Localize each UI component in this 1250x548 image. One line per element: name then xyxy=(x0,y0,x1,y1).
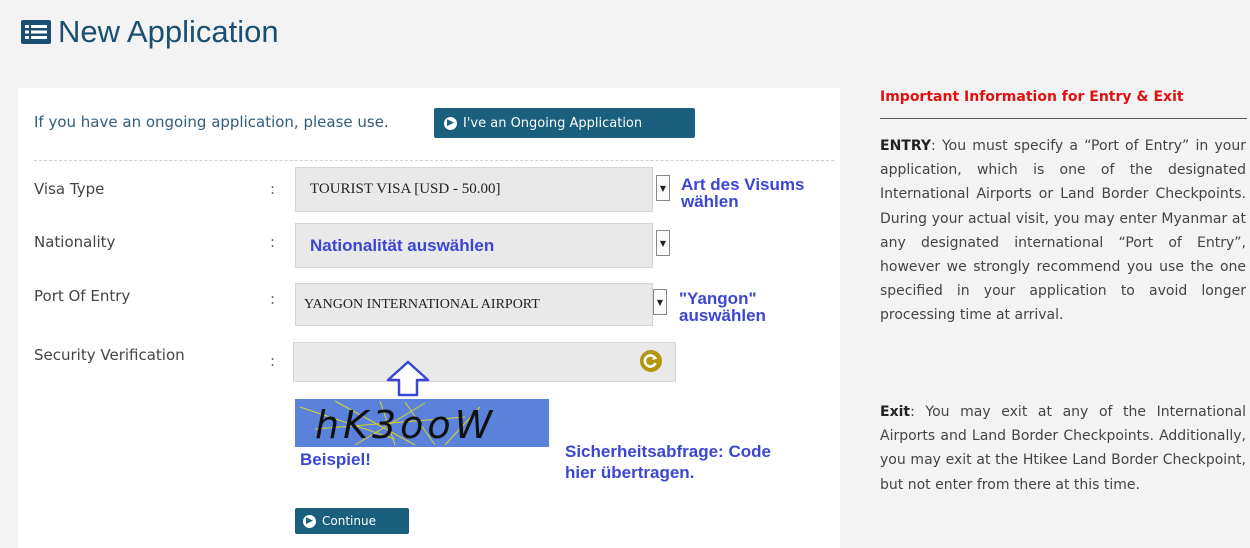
captcha-example-label: Beispiel! xyxy=(300,450,371,469)
captcha-image: hK3ooW xyxy=(295,399,549,447)
visa-type-value: TOURIST VISA [USD - 50.00] xyxy=(310,181,501,197)
ongoing-application-button[interactable]: ▶ I've an Ongoing Application xyxy=(434,108,695,138)
ongoing-application-button-label: I've an Ongoing Application xyxy=(463,115,643,131)
security-verification-label: Security Verification xyxy=(34,346,185,364)
visa-type-colon: : xyxy=(270,180,276,198)
exit-info-paragraph: Exit: You may exit at any of the Interna… xyxy=(880,400,1246,497)
page-title-text: New Application xyxy=(58,14,279,49)
circle-arrow-right-icon: ▶ xyxy=(303,514,316,528)
chevron-down-icon: ▼ xyxy=(659,238,667,248)
info-divider xyxy=(880,118,1247,119)
port-of-entry-label: Port Of Entry xyxy=(34,287,131,305)
divider xyxy=(34,160,834,161)
info-title: Important Information for Entry & Exit xyxy=(880,89,1184,105)
list-alt-icon xyxy=(21,20,51,44)
port-of-entry-annotation: "Yangon" auswählen xyxy=(679,289,766,325)
continue-button-label: Continue xyxy=(322,514,376,528)
exit-text: : You may exit at any of the Internation… xyxy=(880,404,1246,493)
visa-type-dropdown-arrow[interactable]: ▼ xyxy=(656,175,670,201)
ongoing-application-text: If you have an ongoing application, plea… xyxy=(34,113,389,131)
port-of-entry-colon: : xyxy=(270,290,276,308)
nationality-dropdown-arrow[interactable]: ▼ xyxy=(656,230,670,256)
exit-heading: Exit xyxy=(880,404,911,420)
port-of-entry-select[interactable]: YANGON INTERNATIONAL AIRPORT xyxy=(295,283,653,326)
refresh-icon xyxy=(643,354,658,368)
arrow-up-icon xyxy=(386,360,430,397)
refresh-captcha-button[interactable] xyxy=(640,350,662,372)
captcha-text: hK3ooW xyxy=(315,403,497,447)
continue-button[interactable]: ▶ Continue xyxy=(295,508,409,534)
security-verification-colon: : xyxy=(270,352,276,370)
entry-info-paragraph: ENTRY: You must specify a “Port of Entry… xyxy=(880,134,1246,328)
security-code-input[interactable] xyxy=(293,342,676,382)
nationality-select[interactable]: Nationalität auswählen xyxy=(295,223,653,268)
chevron-down-icon: ▼ xyxy=(659,183,667,193)
nationality-colon: : xyxy=(270,233,276,251)
security-annotation: Sicherheitsabfrage: Code hier übertragen… xyxy=(565,442,771,482)
circle-arrow-right-icon: ▶ xyxy=(444,116,457,130)
nationality-label: Nationality xyxy=(34,233,116,251)
visa-type-label: Visa Type xyxy=(34,180,105,198)
entry-text: : You must specify a “Port of Entry” in … xyxy=(880,138,1246,324)
nationality-value: Nationalität auswählen xyxy=(310,235,495,255)
page-title: New Application xyxy=(20,14,279,50)
port-of-entry-value: YANGON INTERNATIONAL AIRPORT xyxy=(304,296,540,312)
chevron-down-icon: ▼ xyxy=(656,297,664,307)
port-of-entry-dropdown-arrow[interactable]: ▼ xyxy=(653,289,667,315)
visa-type-annotation: Art des Visums wählen xyxy=(681,175,805,211)
visa-type-select[interactable]: TOURIST VISA [USD - 50.00] xyxy=(295,167,653,212)
entry-heading: ENTRY xyxy=(880,138,931,154)
